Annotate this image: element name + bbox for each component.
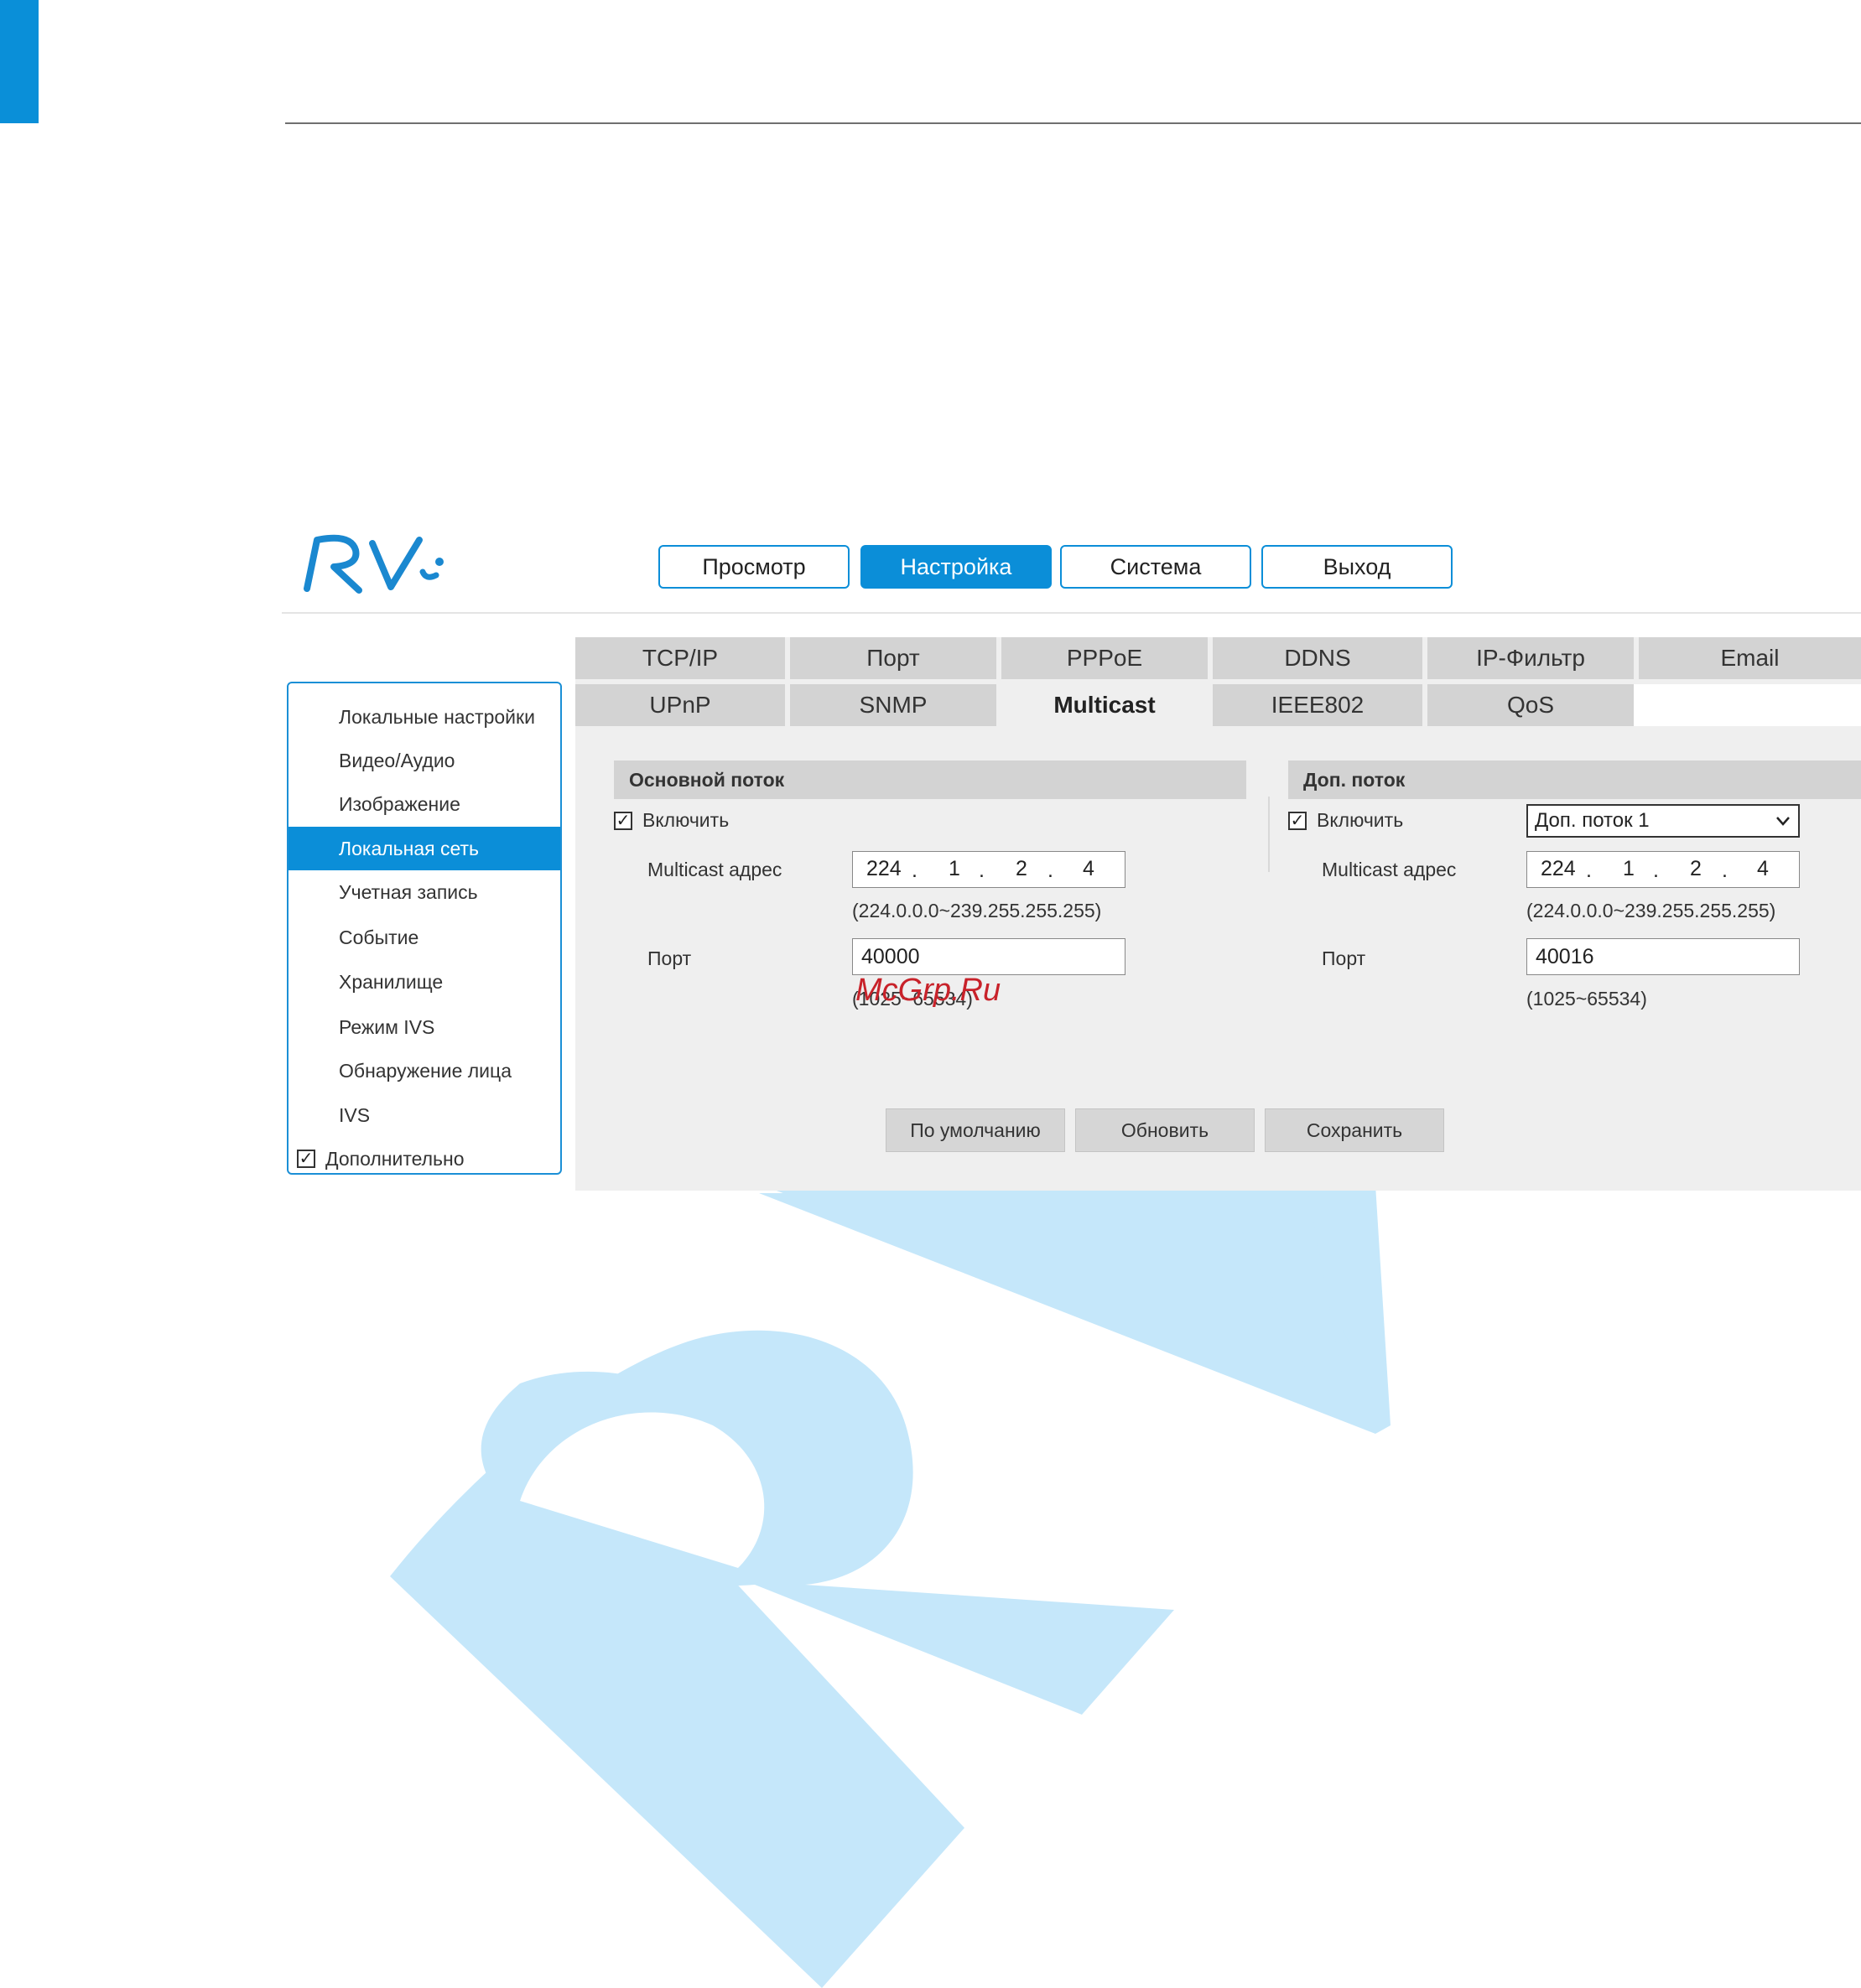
sub-stream-enable-label: Включить (1317, 809, 1404, 831)
nav-logout-button[interactable]: Выход (1261, 545, 1453, 589)
nav-system-button[interactable]: Система (1060, 545, 1251, 589)
tab-ip-filter[interactable]: IP-Фильтр (1427, 637, 1634, 679)
sidebar-item-account[interactable]: Учетная запись (289, 870, 560, 914)
tab-tcpip[interactable]: TCP/IP (575, 637, 785, 679)
header-divider (282, 612, 1861, 614)
ip-octet[interactable]: 2 (1690, 857, 1702, 881)
sub-stream-address-label: Multicast адрес (1322, 859, 1457, 880)
sidebar-item-storage[interactable]: Хранилище (289, 960, 560, 1004)
main-stream-header: Основной поток (614, 760, 1246, 799)
nav-settings-button[interactable]: Настройка (860, 545, 1052, 589)
nav-preview-button[interactable]: Просмотр (658, 545, 850, 589)
tab-snmp[interactable]: SNMP (790, 684, 996, 726)
main-stream-port-label: Порт (647, 947, 692, 969)
main-stream-enable-label: Включить (642, 809, 730, 831)
tab-multicast[interactable]: Multicast (1001, 684, 1208, 726)
sub-stream-enable[interactable]: ✓ Включить (1288, 809, 1403, 832)
watermark-text: McGrp.Ru (855, 973, 1001, 1008)
ip-octet[interactable]: 224 (866, 857, 902, 881)
checkbox-checked-icon[interactable]: ✓ (1288, 811, 1307, 830)
sidebar-item-local-settings[interactable]: Локальные настройки (289, 695, 560, 739)
sub-stream-port-hint: (1025~65534) (1526, 988, 1647, 1010)
sidebar-item-image[interactable]: Изображение (289, 782, 560, 826)
checkbox-checked-icon[interactable]: ✓ (297, 1150, 315, 1168)
sub-stream-address-hint: (224.0.0.0~239.255.255.255) (1526, 900, 1776, 921)
checkbox-checked-icon[interactable]: ✓ (614, 811, 632, 830)
sidebar-item-ivs[interactable]: IVS (289, 1093, 560, 1137)
camera-web-ui: Просмотр Настройка Система Выход Локальн… (277, 520, 1861, 1191)
refresh-button[interactable]: Обновить (1075, 1108, 1255, 1152)
sub-stream-port-label: Порт (1322, 947, 1366, 969)
sidebar-item-event[interactable]: Событие (289, 916, 560, 959)
tab-ieee802[interactable]: IEEE802 (1213, 684, 1422, 726)
tab-email[interactable]: Email (1639, 637, 1861, 679)
chevron-down-icon (1776, 817, 1790, 826)
tab-port[interactable]: Порт (790, 637, 996, 679)
sub-stream-select[interactable]: Доп. поток 1 (1526, 804, 1800, 838)
sidebar-advanced-toggle[interactable]: ✓ Дополнительно (297, 1146, 465, 1171)
main-stream-address-label: Multicast адрес (647, 859, 782, 880)
tab-filler (1634, 684, 1861, 726)
ip-octet[interactable]: 4 (1083, 857, 1094, 881)
sidebar-item-face-detection[interactable]: Обнаружение лица (289, 1049, 560, 1093)
main-stream-port-input[interactable]: 40000 (852, 938, 1125, 975)
tab-upnp[interactable]: UPnP (575, 684, 785, 726)
main-stream-enable[interactable]: ✓ Включить (614, 809, 729, 832)
ip-octet[interactable]: 1 (1623, 857, 1635, 881)
sub-stream-port-input[interactable]: 40016 (1526, 938, 1800, 975)
sub-stream-header: Доп. поток (1288, 760, 1861, 799)
save-button[interactable]: Сохранить (1265, 1108, 1444, 1152)
sub-stream-address-input[interactable]: 224 . 1 . 2 . 4 (1526, 851, 1800, 888)
settings-sidebar: Локальные настройки Видео/Аудио Изображе… (287, 682, 562, 1175)
ip-octet[interactable]: 2 (1016, 857, 1027, 881)
sidebar-item-video-audio[interactable]: Видео/Аудио (289, 739, 560, 782)
multicast-settings-panel: TCP/IP Порт PPPoE DDNS IP-Фильтр Email U… (575, 637, 1861, 1191)
default-button[interactable]: По умолчанию (886, 1108, 1065, 1152)
ip-octet[interactable]: 1 (949, 857, 960, 881)
rvi-logo (304, 534, 444, 594)
page-corner-tab (0, 0, 39, 123)
tab-ddns[interactable]: DDNS (1213, 637, 1422, 679)
main-stream-address-input[interactable]: 224 . 1 . 2 . 4 (852, 851, 1125, 888)
main-stream-address-hint: (224.0.0.0~239.255.255.255) (852, 900, 1102, 921)
ip-octet[interactable]: 224 (1541, 857, 1576, 881)
sidebar-advanced-label: Дополнительно (325, 1147, 465, 1170)
column-divider (1268, 797, 1270, 872)
ip-octet[interactable]: 4 (1757, 857, 1769, 881)
sidebar-item-network[interactable]: Локальная сеть (289, 827, 560, 870)
page-header-rule (285, 122, 1861, 124)
sub-stream-select-value: Доп. поток 1 (1535, 809, 1650, 832)
sidebar-item-ivs-mode[interactable]: Режим IVS (289, 1005, 560, 1049)
tab-qos[interactable]: QoS (1427, 684, 1634, 726)
tab-pppoe[interactable]: PPPoE (1001, 637, 1208, 679)
